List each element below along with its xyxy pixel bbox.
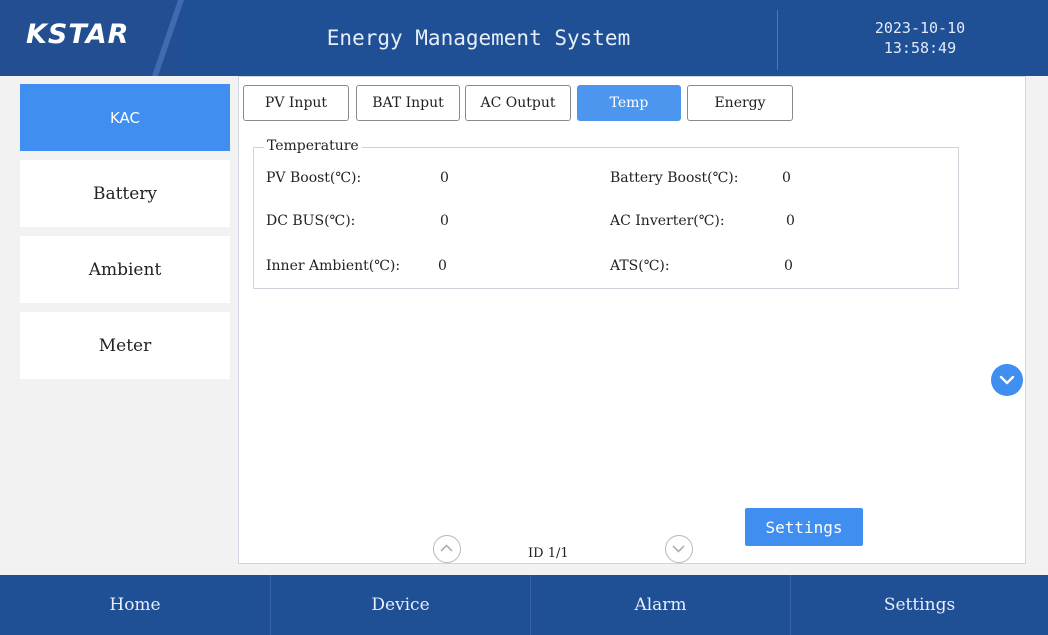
tab-label: BAT Input bbox=[372, 95, 444, 111]
tab-bat-input[interactable]: BAT Input bbox=[356, 85, 460, 121]
group-title: Temperature bbox=[264, 138, 362, 154]
sidebar-item-label: Meter bbox=[98, 335, 152, 356]
page-indicator: ID 1/1 bbox=[528, 546, 569, 561]
chevron-up-icon bbox=[440, 544, 453, 552]
nav-label: Device bbox=[371, 595, 430, 615]
nav-device[interactable]: Device bbox=[271, 575, 530, 635]
nav-label: Home bbox=[109, 595, 161, 615]
ac-inverter-value: 0 bbox=[786, 213, 795, 229]
pv-boost-value: 0 bbox=[440, 170, 449, 186]
logo-slash-decoration bbox=[152, 0, 184, 76]
sidebar: KAC Battery Ambient Meter bbox=[0, 76, 238, 575]
tab-ac-output[interactable]: AC Output bbox=[465, 85, 571, 121]
tab-label: PV Input bbox=[264, 95, 328, 111]
chevron-down-icon bbox=[672, 545, 685, 553]
nav-settings[interactable]: Settings bbox=[791, 575, 1048, 635]
dc-bus-value: 0 bbox=[440, 213, 449, 229]
sidebar-item-label: KAC bbox=[109, 108, 141, 127]
settings-button[interactable]: Settings bbox=[745, 508, 863, 546]
header-bar: KSTAR Energy Management System 2023-10-1… bbox=[0, 0, 1048, 76]
tab-energy[interactable]: Energy bbox=[687, 85, 793, 121]
sidebar-item-label: Battery bbox=[92, 183, 158, 204]
tab-label: Energy bbox=[714, 95, 766, 111]
sidebar-item-label: Ambient bbox=[88, 259, 162, 280]
sidebar-item-kac[interactable]: KAC bbox=[20, 84, 230, 151]
tab-label: AC Output bbox=[480, 95, 556, 111]
datetime-display: 2023-10-10 13:58:49 bbox=[790, 18, 1048, 58]
main-panel: PV Input BAT Input AC Output Temp Energy… bbox=[238, 76, 1026, 564]
battery-boost-label: Battery Boost(℃): bbox=[610, 170, 739, 186]
scroll-down-button[interactable] bbox=[991, 364, 1023, 396]
pv-boost-label: PV Boost(℃): bbox=[266, 170, 362, 186]
sidebar-item-battery[interactable]: Battery bbox=[20, 160, 230, 227]
ats-value: 0 bbox=[784, 258, 793, 274]
page-title: Energy Management System bbox=[326, 26, 631, 50]
battery-boost-value: 0 bbox=[782, 170, 791, 186]
page-up-button[interactable] bbox=[433, 535, 461, 563]
footer-nav: Home Device Alarm Settings bbox=[0, 575, 1048, 635]
inner-ambient-label: Inner Ambient(℃): bbox=[266, 258, 401, 274]
page-down-button[interactable] bbox=[665, 535, 693, 563]
inner-ambient-value: 0 bbox=[438, 258, 447, 274]
temperature-group: Temperature PV Boost(℃): 0 Battery Boost… bbox=[253, 138, 959, 289]
time-text: 13:58:49 bbox=[883, 39, 957, 57]
kstar-logo: KSTAR bbox=[26, 19, 130, 50]
chevron-down-icon bbox=[999, 375, 1015, 385]
tab-label: Temp bbox=[609, 95, 649, 111]
tab-pv-input[interactable]: PV Input bbox=[243, 85, 349, 121]
ac-inverter-label: AC Inverter(℃): bbox=[610, 213, 725, 229]
sidebar-item-ambient[interactable]: Ambient bbox=[20, 236, 230, 303]
header-divider bbox=[777, 10, 778, 70]
nav-label: Settings bbox=[883, 595, 956, 615]
tab-temp[interactable]: Temp bbox=[577, 85, 681, 121]
nav-alarm[interactable]: Alarm bbox=[531, 575, 790, 635]
nav-label: Alarm bbox=[634, 595, 687, 615]
sidebar-item-meter[interactable]: Meter bbox=[20, 312, 230, 379]
dc-bus-label: DC BUS(℃): bbox=[266, 213, 356, 229]
ats-label: ATS(℃): bbox=[610, 258, 670, 274]
date-text: 2023-10-10 bbox=[874, 19, 966, 37]
nav-home[interactable]: Home bbox=[0, 575, 270, 635]
